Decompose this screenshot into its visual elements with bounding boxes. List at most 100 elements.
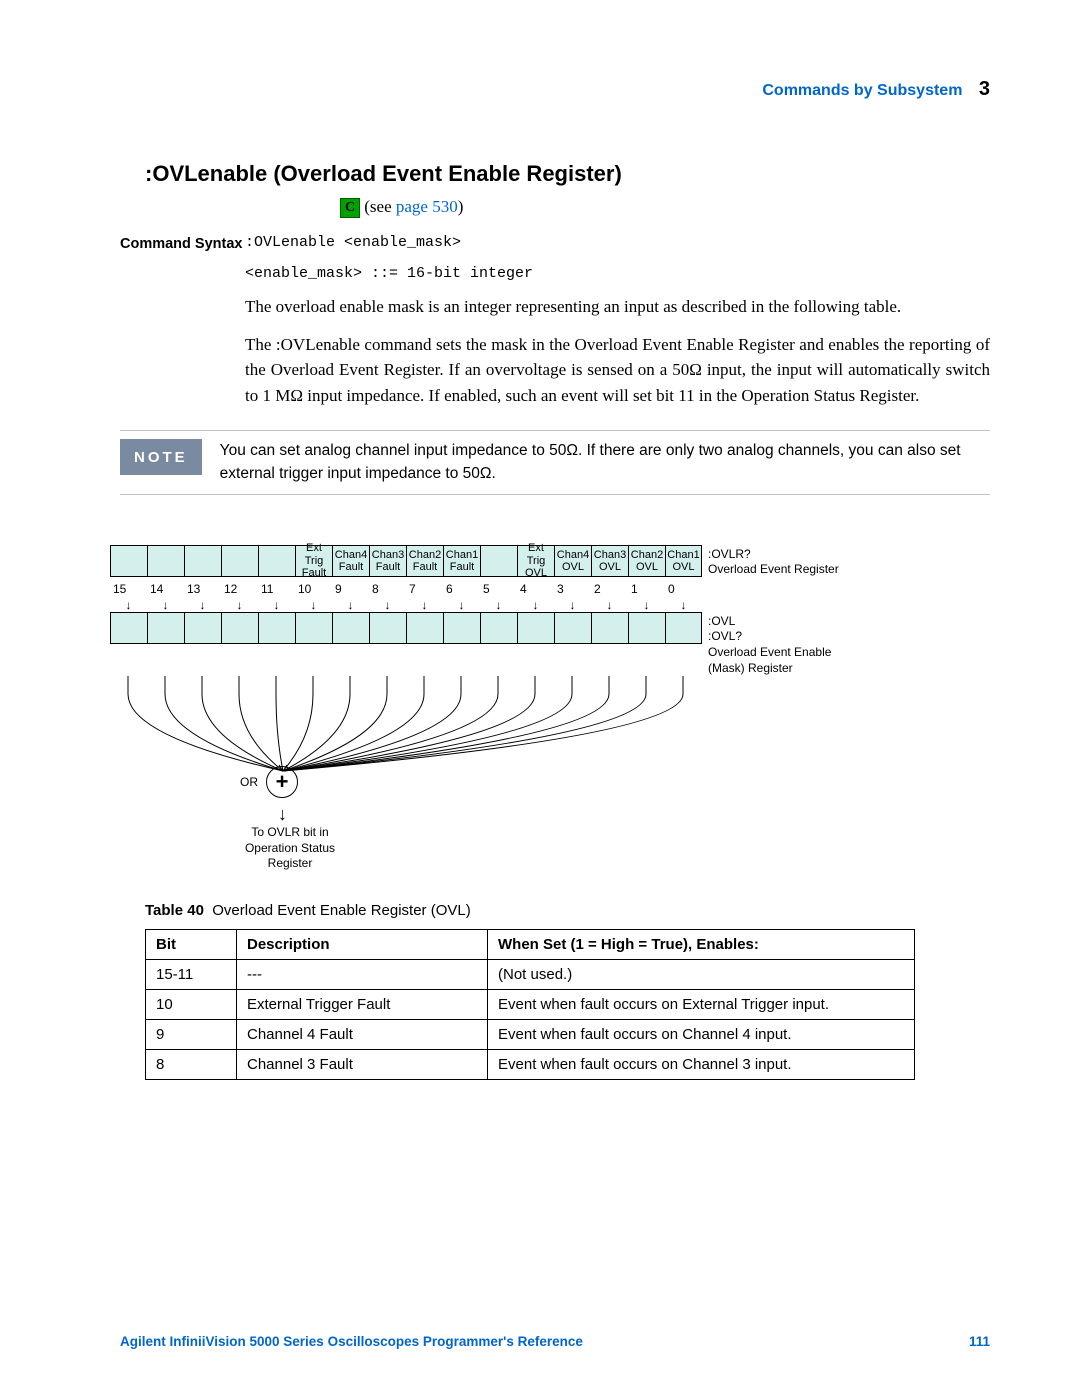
arrow-down-icon: ↓: [221, 598, 258, 612]
table-cell: Event when fault occurs on Channel 4 inp…: [488, 1019, 915, 1049]
mask-bit-cell: [443, 612, 480, 644]
table-cell: Channel 3 Fault: [237, 1049, 488, 1079]
bit-number: 8: [369, 582, 406, 596]
mask-bit-cell: [406, 612, 443, 644]
register-bit-cell: Ext TrigFault: [295, 545, 332, 577]
register-bit-cell: Chan3Fault: [369, 545, 406, 577]
bit-number: 15: [110, 582, 147, 596]
mask-bit-cell: [258, 612, 295, 644]
mask-bit-cell: [295, 612, 332, 644]
note-badge: NOTE: [120, 439, 202, 475]
mask-bit-cell: [665, 612, 702, 644]
page-link[interactable]: page 530: [396, 197, 458, 216]
bit-number: 2: [591, 582, 628, 596]
register-bit-cell: [184, 545, 221, 577]
mask-bit-cell: [517, 612, 554, 644]
register-diagram: Ext TrigFaultChan4FaultChan3FaultChan2Fa…: [110, 545, 990, 872]
mask-bit-cell: [369, 612, 406, 644]
see-prefix: (see: [364, 197, 396, 216]
table-row: 10External Trigger FaultEvent when fault…: [146, 989, 915, 1019]
or-label: OR: [240, 775, 258, 789]
syntax-line-2: <enable_mask> ::= 16-bit integer: [245, 265, 990, 282]
header-breadcrumb: Commands by Subsystem 3: [120, 78, 990, 101]
header-section: Commands by Subsystem: [762, 82, 962, 99]
command-syntax-label: Command Syntax: [120, 234, 245, 408]
bit-number: 5: [480, 582, 517, 596]
table-row: 9Channel 4 FaultEvent when fault occurs …: [146, 1019, 915, 1049]
bit-number: 4: [517, 582, 554, 596]
arrow-down-icon: ↓: [406, 598, 443, 612]
bit-number: 11: [258, 582, 295, 596]
top-register-label: :OVLR?Overload Event Register: [708, 545, 839, 578]
arrow-down-icon: ↓: [517, 598, 554, 612]
bit-number: 10: [295, 582, 332, 596]
note-box: NOTE You can set analog channel input im…: [120, 430, 990, 495]
register-bit-cell: [258, 545, 295, 577]
arrow-down-icon: ↓: [443, 598, 480, 612]
bit-number: 6: [443, 582, 480, 596]
register-bit-cell: Ext TrigOVL: [517, 545, 554, 577]
register-bit-cell: [221, 545, 258, 577]
table-header: Bit: [146, 929, 237, 959]
register-bit-cell: Chan1OVL: [665, 545, 702, 577]
table-cell: 15-11: [146, 959, 237, 989]
mask-bit-cell: [332, 612, 369, 644]
bottom-register-label: :OVL:OVL?Overload Event Enable(Mask) Reg…: [708, 612, 831, 676]
arrow-down-icon: ↓: [591, 598, 628, 612]
mask-bit-cell: [184, 612, 221, 644]
table-cell: 9: [146, 1019, 237, 1049]
table-number: Table 40: [145, 902, 204, 919]
register-bit-cell: [147, 545, 184, 577]
page-title: :OVLenable (Overload Event Enable Regist…: [145, 161, 990, 187]
bit-number: 14: [147, 582, 184, 596]
arrow-down-icon: ↓: [278, 804, 990, 825]
table-row: 8Channel 3 FaultEvent when fault occurs …: [146, 1049, 915, 1079]
bit-number: 7: [406, 582, 443, 596]
table-cell: 8: [146, 1049, 237, 1079]
register-bit-cell: Chan4Fault: [332, 545, 369, 577]
table-cell: Event when fault occurs on Channel 3 inp…: [488, 1049, 915, 1079]
table-title: Overload Event Enable Register (OVL): [212, 902, 470, 919]
register-bit-cell: Chan3OVL: [591, 545, 628, 577]
table-cell: ---: [237, 959, 488, 989]
output-label: To OVLR bit inOperation StatusRegister: [220, 825, 360, 872]
paragraph-2: The :OVLenable command sets the mask in …: [245, 332, 990, 409]
arrow-down-icon: ↓: [258, 598, 295, 612]
or-gate-icon: +: [266, 766, 298, 798]
arrow-down-icon: ↓: [554, 598, 591, 612]
mask-bit-cell: [628, 612, 665, 644]
bit-number: 13: [184, 582, 221, 596]
table-cell: External Trigger Fault: [237, 989, 488, 1019]
footer-title: Agilent InfiniiVision 5000 Series Oscill…: [120, 1334, 583, 1349]
arrow-down-icon: ↓: [628, 598, 665, 612]
register-table: BitDescriptionWhen Set (1 = High = True)…: [145, 929, 915, 1080]
footer-page-number: 111: [969, 1334, 990, 1349]
mask-bit-cell: [110, 612, 147, 644]
arrow-down-icon: ↓: [110, 598, 147, 612]
arrow-down-icon: ↓: [147, 598, 184, 612]
mask-bit-cell: [147, 612, 184, 644]
bit-number: 12: [221, 582, 258, 596]
see-suffix: ): [458, 197, 464, 216]
paragraph-1: The overload enable mask is an integer r…: [245, 294, 990, 320]
arrow-down-icon: ↓: [295, 598, 332, 612]
arrow-down-icon: ↓: [665, 598, 702, 612]
bit-number: 1: [628, 582, 665, 596]
arrow-down-icon: ↓: [332, 598, 369, 612]
table-row: 15-11---(Not used.): [146, 959, 915, 989]
mask-bit-cell: [554, 612, 591, 644]
register-bit-cell: Chan2OVL: [628, 545, 665, 577]
table-cell: Channel 4 Fault: [237, 1019, 488, 1049]
bit-number: 9: [332, 582, 369, 596]
note-text: You can set analog channel input impedan…: [220, 439, 990, 486]
bit-number: 3: [554, 582, 591, 596]
table-cell: Event when fault occurs on External Trig…: [488, 989, 915, 1019]
arrow-down-icon: ↓: [480, 598, 517, 612]
mask-bit-cell: [480, 612, 517, 644]
register-bit-cell: Chan2Fault: [406, 545, 443, 577]
bit-number: 0: [665, 582, 702, 596]
table-header: Description: [237, 929, 488, 959]
arrow-down-icon: ↓: [369, 598, 406, 612]
table-cell: 10: [146, 989, 237, 1019]
header-chapter: 3: [979, 78, 990, 100]
